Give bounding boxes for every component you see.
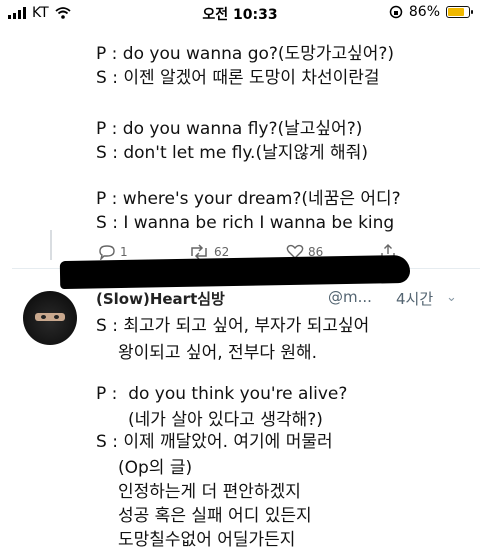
reply-count: 1 xyxy=(120,245,128,259)
retweet-count: 62 xyxy=(214,245,230,259)
battery-percent: 86% xyxy=(408,4,440,20)
reply-line: P : do you think you're alive? xyxy=(96,384,348,404)
avatar[interactable] xyxy=(23,291,77,345)
tweet-line: S : don't let me fly.(날지않게 해줘) xyxy=(96,143,368,163)
reply-line: 왕이되고 싶어, 전부다 원해. xyxy=(118,343,318,363)
reply-line: 도망칠수없어 어딜가든지 xyxy=(118,530,296,550)
reply-author-handle: @m... xyxy=(328,288,372,306)
reply-line: S : 이제 깨달았어. 여기에 머물러 xyxy=(96,432,333,452)
rotation-lock-icon xyxy=(389,5,403,19)
tweet-line: P : where's your dream?(네꿈은 어디? xyxy=(96,189,401,209)
reply-line: (Op의 글) xyxy=(118,458,193,478)
status-bar: KT 오전 10:33 86% xyxy=(0,0,480,26)
reply-author-name[interactable]: (Slow)Heart심방 xyxy=(96,288,225,309)
reply-timestamp: 4시간 xyxy=(396,290,434,308)
tweet-line: P : do you wanna go?(도망가고싶어?) xyxy=(96,44,395,64)
reply-line: 성공 혹은 실패 어디 있든지 xyxy=(118,506,312,526)
thread-line xyxy=(50,230,52,260)
battery-icon xyxy=(446,6,473,18)
reply-line: S : 최고가 되고 싶어, 부자가 되고싶어 xyxy=(96,316,370,336)
tweet-line: S : 이젠 알겠어 때론 도망이 차선이란걸 xyxy=(96,68,380,88)
status-right: 86% xyxy=(389,4,473,20)
reply-icon xyxy=(99,245,115,260)
tweet-line: P : do you wanna fly?(날고싶어?) xyxy=(96,119,363,139)
tweet-line: S : I wanna be rich I wanna be king xyxy=(96,213,395,233)
reply-button[interactable]: 1 xyxy=(98,244,128,260)
chevron-down-icon[interactable]: ⌄ xyxy=(446,290,457,305)
reply-line: 인정하는게 더 편안하겠지 xyxy=(118,482,301,502)
redaction-mark xyxy=(59,254,411,290)
